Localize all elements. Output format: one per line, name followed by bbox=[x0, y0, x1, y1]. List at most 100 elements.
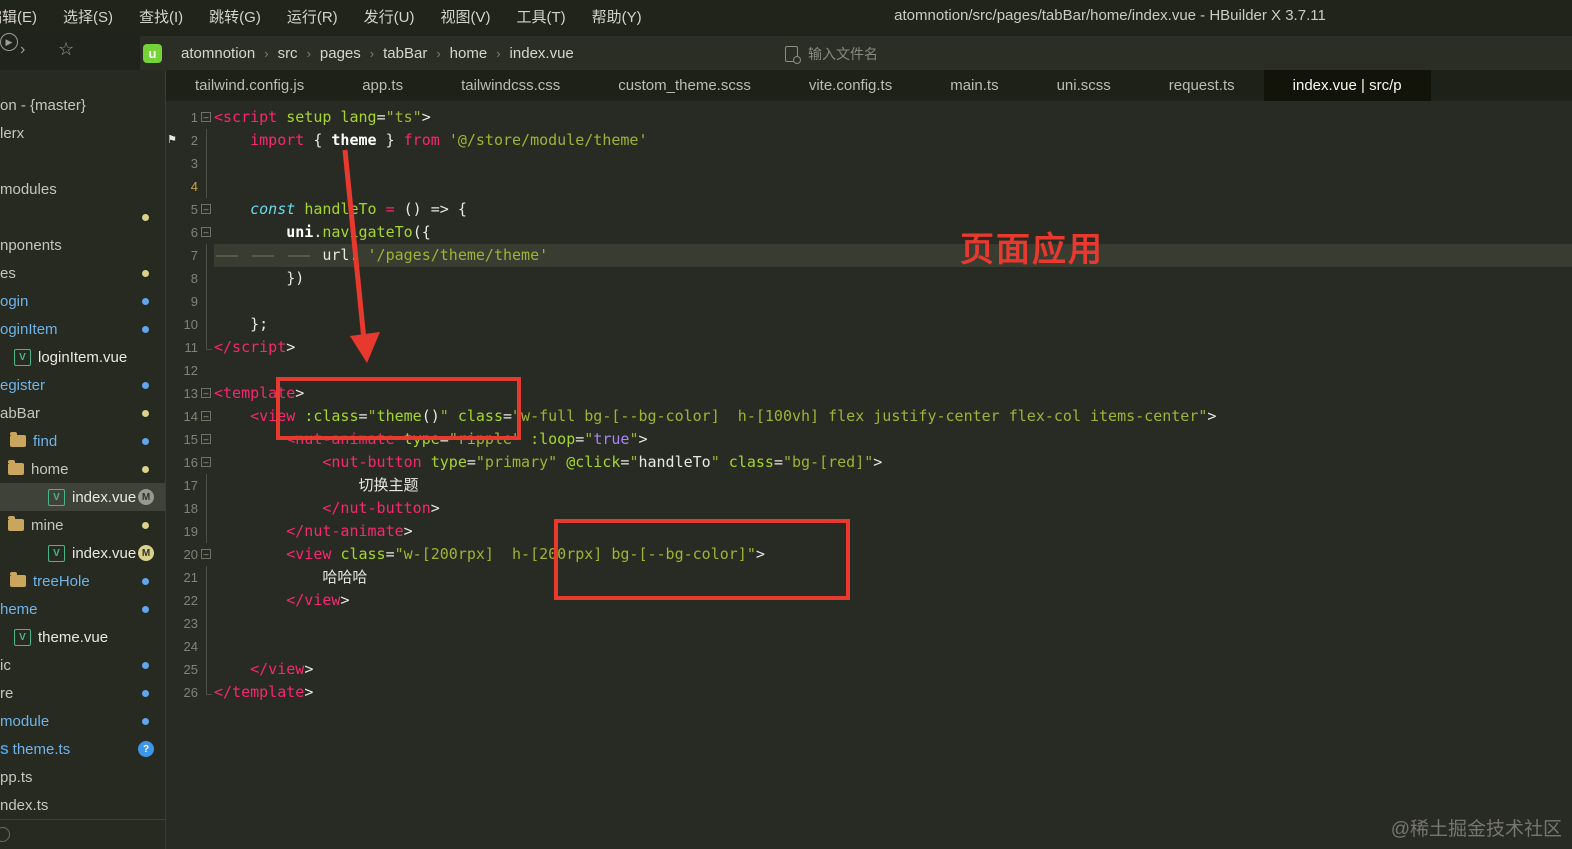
tree-item-9[interactable]: VloginItem.vue bbox=[0, 343, 165, 371]
menu-item-2[interactable]: 查找(I) bbox=[132, 4, 190, 29]
fold-minus-icon: – bbox=[201, 204, 211, 214]
fold-toggle-icon[interactable]: – bbox=[198, 382, 214, 405]
code-text: uni.navigateTo({ bbox=[214, 221, 1572, 244]
breadcrumb-item-home[interactable]: home bbox=[450, 45, 488, 62]
fold-toggle-icon[interactable]: – bbox=[198, 428, 214, 451]
token: > bbox=[286, 338, 296, 356]
tree-item-17[interactable]: treeHole bbox=[0, 567, 165, 595]
tab-4[interactable]: vite.config.ts bbox=[780, 70, 921, 101]
fold-toggle-icon[interactable]: – bbox=[198, 106, 214, 129]
marker-gutter bbox=[166, 175, 178, 198]
breadcrumb-item-pages[interactable]: pages bbox=[320, 45, 361, 62]
fold-toggle-icon[interactable]: – bbox=[198, 221, 214, 244]
sidebar-bottom-bar bbox=[0, 819, 165, 849]
menu-item-1[interactable]: 选择(S) bbox=[56, 4, 120, 29]
tab-5[interactable]: main.ts bbox=[921, 70, 1027, 101]
marker-gutter bbox=[166, 589, 178, 612]
tree-item-1[interactable]: lerx bbox=[0, 119, 165, 147]
breadcrumb-item-atomnotion[interactable]: atomnotion bbox=[181, 45, 255, 62]
tree-item-0[interactable]: on - {master} bbox=[0, 91, 165, 119]
tree-item-25[interactable]: ndex.ts bbox=[0, 791, 165, 819]
code-text: </view> bbox=[214, 589, 1572, 612]
menu-item-5[interactable]: 发行(U) bbox=[357, 4, 422, 29]
token: </nut-button bbox=[322, 499, 431, 517]
tree-item-22[interactable]: module bbox=[0, 707, 165, 735]
code-text: import { theme } from '@/store/module/th… bbox=[214, 129, 1572, 152]
tree-item-10[interactable]: egister bbox=[0, 371, 165, 399]
tree-item-23[interactable]: Stheme.ts? bbox=[0, 735, 165, 763]
tree-item-8[interactable]: oginItem bbox=[0, 315, 165, 343]
token: <view bbox=[250, 407, 296, 425]
tree-item-19[interactable]: Vtheme.vue bbox=[0, 623, 165, 651]
code-line-23: 23 bbox=[166, 612, 1572, 635]
menu-item-8[interactable]: 帮助(Y) bbox=[585, 4, 649, 29]
menu-item-7[interactable]: 工具(T) bbox=[510, 4, 573, 29]
run-icon[interactable]: ▶ bbox=[0, 33, 18, 51]
tree-item-24[interactable]: pp.ts bbox=[0, 763, 165, 791]
uniapp-logo-icon: u bbox=[143, 43, 162, 63]
token: <nut-animate bbox=[286, 430, 395, 448]
tree-item-14[interactable]: Vindex.vue M bbox=[0, 483, 165, 511]
line-number: 6 bbox=[190, 225, 198, 240]
tab-8[interactable]: index.vue | src/p bbox=[1263, 70, 1431, 101]
tree-item-11[interactable]: abBar bbox=[0, 399, 165, 427]
fold-toggle-icon[interactable]: – bbox=[198, 198, 214, 221]
breadcrumb-item-src[interactable]: src bbox=[278, 45, 298, 62]
tree-item-2[interactable] bbox=[0, 147, 165, 175]
code-editor[interactable]: 1– <script setup lang="ts"> ⚑ 2 import { th… bbox=[166, 101, 1572, 849]
tab-7[interactable]: request.ts bbox=[1140, 70, 1264, 101]
chevron-right-icon[interactable]: › bbox=[20, 41, 25, 59]
tree-item-label: loginItem.vue bbox=[38, 348, 128, 366]
menu-item-4[interactable]: 运行(R) bbox=[280, 4, 345, 29]
token: = bbox=[439, 430, 449, 448]
tree-item-15[interactable]: mine bbox=[0, 511, 165, 539]
star-icon[interactable]: ☆ bbox=[58, 39, 74, 60]
tab-0[interactable]: tailwind.config.js bbox=[166, 70, 333, 101]
breadcrumb-item-index.vue[interactable]: index.vue bbox=[510, 45, 574, 62]
line-number: 8 bbox=[190, 271, 198, 286]
token: = bbox=[358, 407, 368, 425]
line-number: 16 bbox=[183, 455, 198, 470]
menu-item-0[interactable]: 编辑(E) bbox=[0, 4, 44, 29]
code-line-22: 22 </view> bbox=[166, 589, 1572, 612]
token: </nut-animate bbox=[286, 522, 404, 540]
token: > bbox=[638, 430, 648, 448]
modified-dot-blue bbox=[142, 381, 149, 389]
tree-item-21[interactable]: re bbox=[0, 679, 165, 707]
tree-item-13[interactable]: home bbox=[0, 455, 165, 483]
tab-6[interactable]: uni.scss bbox=[1028, 70, 1140, 101]
tree-item-7[interactable]: ogin bbox=[0, 287, 165, 315]
marker-gutter bbox=[166, 520, 178, 543]
tab-3[interactable]: custom_theme.scss bbox=[589, 70, 780, 101]
menu-item-6[interactable]: 视图(V) bbox=[434, 4, 498, 29]
breadcrumb-item-tabBar[interactable]: tabBar bbox=[383, 45, 427, 62]
fold-toggle-icon[interactable]: – bbox=[198, 405, 214, 428]
fold-toggle-icon[interactable]: – bbox=[198, 543, 214, 566]
tree-item-18[interactable]: heme bbox=[0, 595, 165, 623]
tree-item-20[interactable]: ic bbox=[0, 651, 165, 679]
tree-item-label: home bbox=[31, 460, 69, 478]
tree-item-12[interactable]: find bbox=[0, 427, 165, 455]
modified-dot-blue bbox=[142, 661, 149, 669]
tab-1[interactable]: app.ts bbox=[333, 70, 432, 101]
tab-2[interactable]: tailwindcss.css bbox=[432, 70, 589, 101]
line-number: 4 bbox=[190, 179, 198, 194]
marker-gutter bbox=[166, 658, 178, 681]
token: setup bbox=[286, 108, 332, 126]
tree-item-5[interactable]: nponents bbox=[0, 231, 165, 259]
tree-item-16[interactable]: Vindex.vue M bbox=[0, 539, 165, 567]
tree-item-3[interactable]: modules bbox=[0, 175, 165, 203]
menu-item-3[interactable]: 跳转(G) bbox=[202, 4, 268, 29]
code-line-10: 10 }; bbox=[166, 313, 1572, 336]
tree-item-label: re bbox=[0, 684, 14, 702]
tree-item-6[interactable]: es bbox=[0, 259, 165, 287]
line-number: 21 bbox=[183, 570, 198, 585]
file-search[interactable]: 输入文件名 bbox=[785, 44, 878, 64]
tree-item-4[interactable] bbox=[0, 203, 165, 231]
fold-toggle-icon[interactable]: – bbox=[198, 451, 214, 474]
code-text: const handleTo = () => { bbox=[214, 198, 1572, 221]
